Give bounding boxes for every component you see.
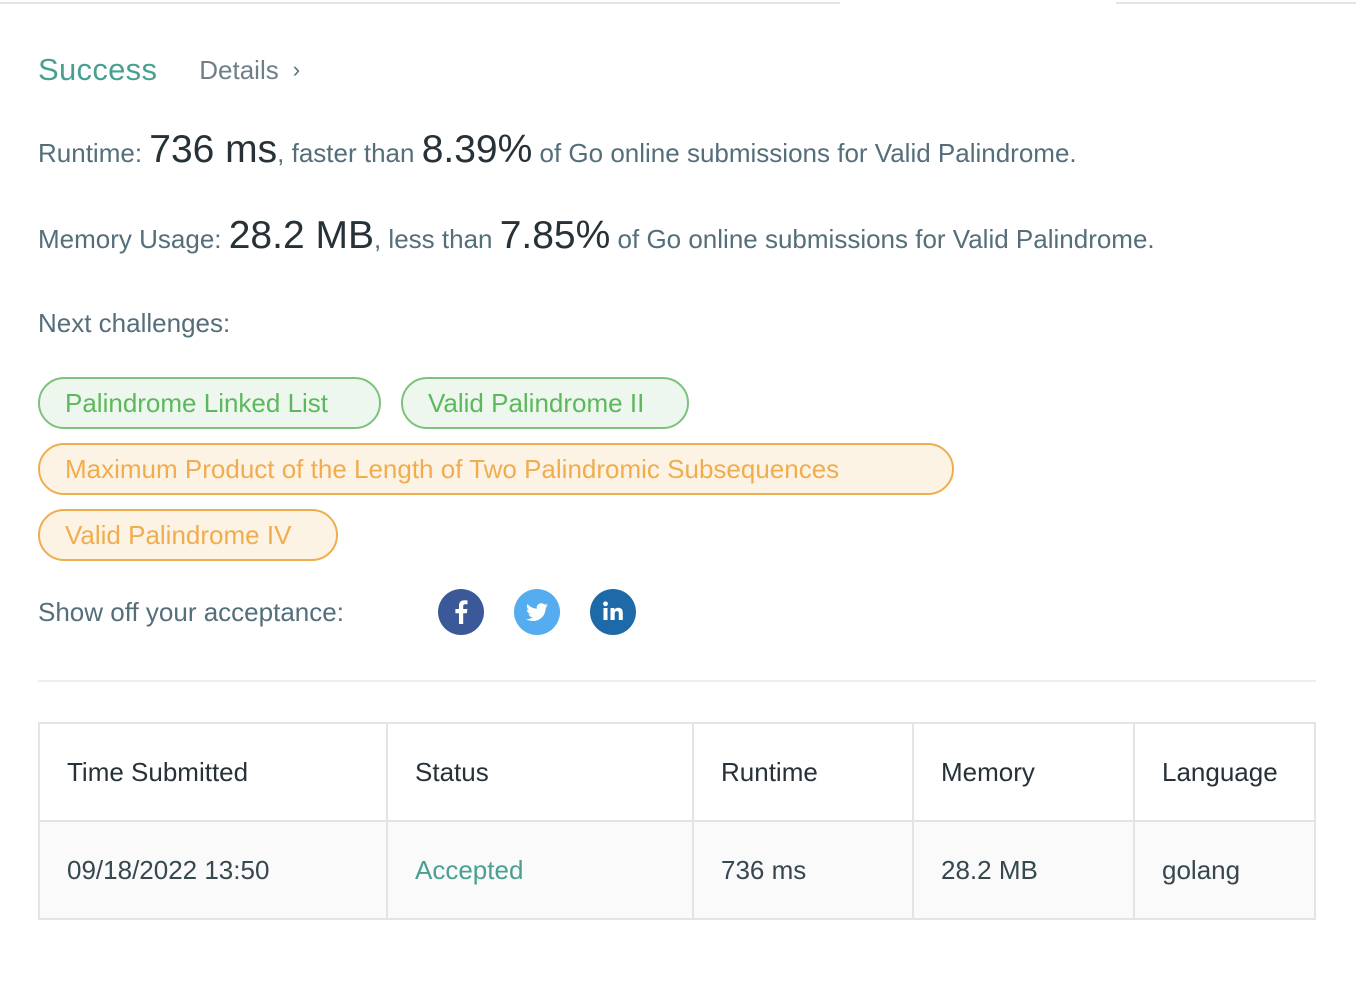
facebook-share-button[interactable]: [438, 589, 484, 635]
memory-prefix: Memory Usage:: [38, 224, 229, 254]
details-link[interactable]: Details ›: [199, 55, 300, 86]
cell-runtime: 736 ms: [694, 822, 914, 918]
chevron-right-icon: ›: [292, 57, 301, 82]
runtime-middle: , faster than: [277, 138, 422, 168]
table-header-row: Time Submitted Status Runtime Memory Lan…: [40, 724, 1314, 822]
twitter-share-button[interactable]: [514, 589, 560, 635]
memory-suffix: of Go online submissions for Valid Palin…: [610, 224, 1155, 254]
next-challenges-label: Next challenges:: [38, 308, 231, 338]
memory-value: 28.2 MB: [228, 214, 374, 257]
table-row: 09/18/2022 13:50 Accepted 736 ms 28.2 MB…: [40, 822, 1314, 918]
cell-language: golang: [1162, 854, 1241, 885]
submission-table: Time Submitted Status Runtime Memory Lan…: [38, 722, 1316, 920]
details-label: Details: [199, 54, 279, 85]
facebook-icon: [455, 600, 468, 624]
column-header-time-submitted: Time Submitted: [40, 724, 388, 820]
column-header-memory: Memory: [914, 724, 1135, 820]
share-label: Show off your acceptance:: [38, 596, 344, 627]
runtime-suffix: of Go online submissions for Valid Palin…: [532, 138, 1077, 168]
success-status: Success: [38, 52, 158, 87]
section-divider: [38, 680, 1316, 682]
linkedin-icon: [603, 601, 623, 620]
runtime-summary: Runtime: 736 ms, faster than 8.39% of Go…: [38, 128, 1077, 172]
challenge-chip-palindrome-linked-list[interactable]: Palindrome Linked List: [38, 377, 381, 429]
linkedin-share-button[interactable]: [590, 589, 636, 635]
column-header-language: Language: [1162, 756, 1278, 787]
challenge-chip-valid-palindrome-iv[interactable]: Valid Palindrome IV: [38, 509, 338, 561]
cell-status-accepted-link[interactable]: Accepted: [388, 822, 694, 918]
memory-summary: Memory Usage: 28.2 MB, less than 7.85% o…: [38, 214, 1155, 258]
tab-border-left: [0, 2, 840, 4]
memory-middle: , less than: [373, 224, 500, 254]
runtime-prefix: Runtime:: [38, 138, 150, 168]
runtime-percent: 8.39%: [421, 128, 533, 171]
cell-time-submitted: 09/18/2022 13:50: [40, 822, 388, 918]
share-row: Show off your acceptance:: [38, 588, 344, 636]
runtime-value: 736 ms: [149, 128, 278, 171]
cell-memory: 28.2 MB: [914, 822, 1135, 918]
top-tab-border: [0, 0, 1356, 4]
result-header: Success Details ›: [38, 50, 300, 90]
memory-percent: 7.85%: [499, 214, 611, 257]
column-header-status: Status: [388, 724, 694, 820]
column-header-runtime: Runtime: [694, 724, 914, 820]
tab-border-right: [1116, 2, 1356, 4]
twitter-icon: [526, 603, 548, 621]
challenge-chip-valid-palindrome-ii[interactable]: Valid Palindrome II: [401, 377, 689, 429]
challenge-chip-maximum-product[interactable]: Maximum Product of the Length of Two Pal…: [38, 443, 954, 495]
